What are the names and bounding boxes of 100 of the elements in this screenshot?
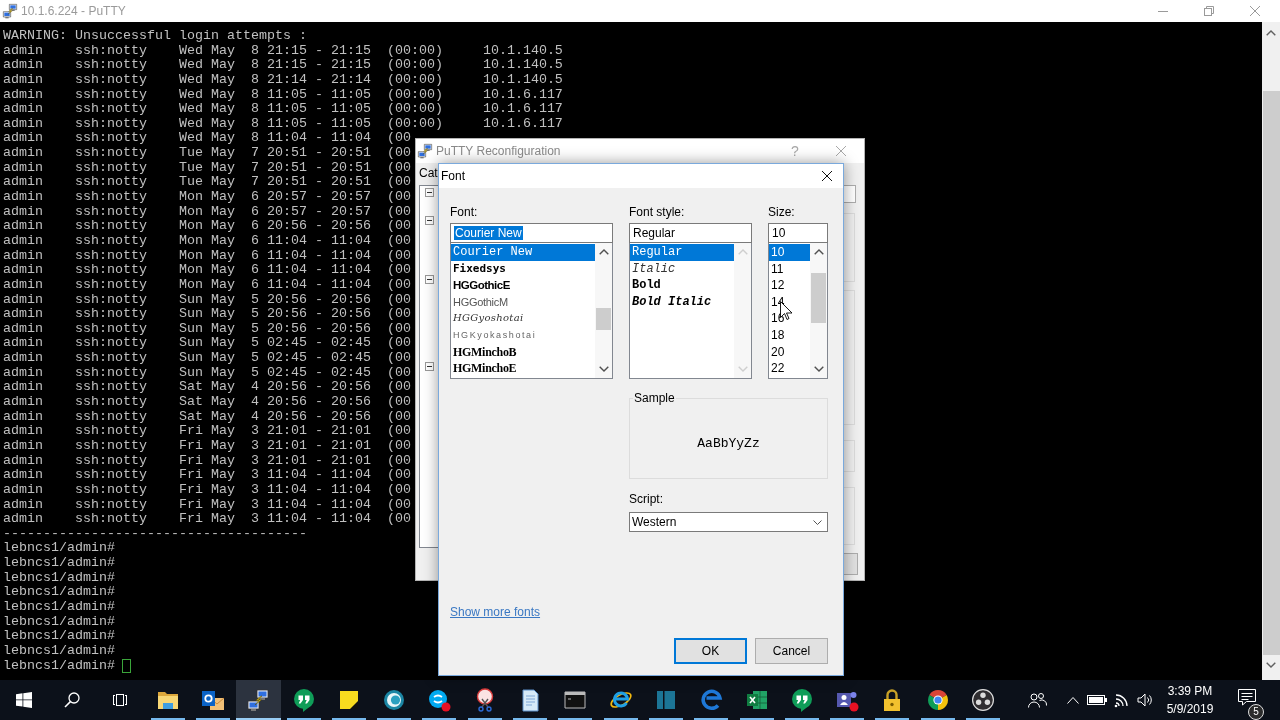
network-computers-icon <box>417 143 433 159</box>
chevron-down-icon[interactable] <box>813 366 824 372</box>
terminal-line: lebncs1/admin# <box>3 658 115 674</box>
terminal-line: admin ssh:notty Sun May 5 20:56 - 20:56 (00 <box>3 292 411 308</box>
terminal-line: admin ssh:notty Wed May 8 11:05 - 11:05 (00:00) 10.1.6.117 <box>3 102 563 117</box>
size-option[interactable]: 20 <box>769 343 810 361</box>
font-option[interactable]: HGMinchoE <box>451 360 595 377</box>
script-label: Script: <box>629 491 663 507</box>
collapse-icon[interactable] <box>425 188 434 197</box>
font-option[interactable]: HGGothicM <box>451 293 595 311</box>
terminal-line: admin ssh:notty Sun May 5 02:45 - 02:45 (00 <box>3 336 411 352</box>
terminal-line: admin ssh:notty Wed May 8 21:15 - 21:15 (00:00) 10.1.140.5 <box>3 58 563 73</box>
terminal-line: admin ssh:notty Fri May 3 11:04 - 11:04 (00 <box>3 482 411 498</box>
font-option[interactable]: Fixedsys <box>451 260 595 278</box>
show-more-fonts-link[interactable]: Show more fonts <box>450 604 541 620</box>
font-style-option[interactable]: Regular <box>630 244 734 261</box>
sample-text: AaBbYyZz <box>697 436 760 451</box>
size-option[interactable]: 10 <box>769 244 810 261</box>
network-computers-icon <box>2 3 18 19</box>
font-option[interactable]: Courier New <box>451 244 595 261</box>
cancel-button[interactable]: Cancel <box>755 638 828 664</box>
restore-icon <box>1204 6 1214 16</box>
chevron-up-icon[interactable] <box>1266 30 1276 36</box>
window-title: 10.1.6.224 - PuTTY <box>21 4 126 18</box>
terminal-line: admin ssh:notty Sun May 5 02:45 - 02:45 (00 <box>3 351 411 366</box>
terminal-line: lebncs1/admin# <box>3 541 115 557</box>
size-field[interactable]: 10 <box>768 223 828 243</box>
font-style-field[interactable]: Regular <box>629 223 752 243</box>
stacked-windows-icon <box>112 692 128 708</box>
chat-bubble-icon <box>789 688 814 712</box>
close-icon <box>822 171 832 181</box>
scroll-thumb[interactable] <box>811 273 826 323</box>
dialog-title: Font <box>441 169 465 183</box>
text-field[interactable] <box>844 185 856 203</box>
font-style-label: Font style: <box>629 204 685 220</box>
font-style-option[interactable]: Italic <box>630 260 734 278</box>
terminal-line: lebncs1/admin# <box>3 585 115 600</box>
scrollbar[interactable] <box>595 243 612 378</box>
chevron-down-icon <box>813 519 822 525</box>
battery-icon <box>1087 695 1107 705</box>
chevron-up-icon <box>737 249 748 255</box>
terminal-line: admin ssh:notty Tue May 7 20:51 - 20:51 (00 <box>3 160 411 176</box>
font-option[interactable]: HGGyoshotai <box>451 310 595 327</box>
terminal-line: admin ssh:notty Sat May 4 20:56 - 20:56 (00 <box>3 395 411 410</box>
terminal-line: admin ssh:notty Tue May 7 20:51 - 20:51 (00 <box>3 146 411 161</box>
font-option[interactable]: HGGothicE <box>451 277 595 294</box>
chevron-up-icon[interactable] <box>813 249 824 255</box>
collapse-icon[interactable] <box>425 362 434 371</box>
font-style-option[interactable]: Bold <box>630 277 734 294</box>
collapse-icon[interactable] <box>425 216 434 225</box>
terminal-line: admin ssh:notty Fri May 3 11:04 - 11:04 (00 <box>3 468 411 483</box>
scrollbar[interactable] <box>810 243 827 378</box>
sample-label: Sample <box>633 391 676 405</box>
terminal-line: admin ssh:notty Fri May 3 21:01 - 21:01 (00 <box>3 438 411 454</box>
collapse-icon[interactable] <box>425 275 434 284</box>
terminal-line: lebncs1/admin# <box>3 614 115 630</box>
taskbar-button[interactable] <box>235 680 281 720</box>
terminal-line: admin ssh:notty Tue May 7 20:51 - 20:51 (00 <box>3 175 411 191</box>
terminal-line: admin ssh:notty Mon May 6 11:04 - 11:04 (00 <box>3 263 411 278</box>
network-computers-icon <box>246 688 271 712</box>
chevron-down-icon[interactable] <box>598 366 609 372</box>
window-panes-icon <box>16 692 32 708</box>
terminal-line: admin ssh:notty Sun May 5 20:56 - 20:56 (00 <box>3 321 411 337</box>
size-option[interactable]: 18 <box>769 326 810 344</box>
terminal-line: lebncs1/admin# <box>3 556 115 571</box>
chevron-down-icon[interactable] <box>1266 662 1276 668</box>
font-label: Font: <box>450 204 478 220</box>
people-icon <box>1027 692 1047 708</box>
script-dropdown[interactable]: Western <box>629 512 828 532</box>
terminal-line: -------------------------------------- <box>3 526 307 542</box>
scroll-thumb[interactable] <box>596 308 611 330</box>
terminal-line: admin ssh:notty Mon May 6 11:04 - 11:04 (00 <box>3 233 411 249</box>
size-option[interactable]: 12 <box>769 277 810 294</box>
round-badge-icon <box>427 688 452 712</box>
terminal-line: admin ssh:notty Wed May 8 11:05 - 11:05 (00:00) 10.1.6.117 <box>3 116 563 132</box>
e-shape-icon <box>699 688 724 712</box>
chevron-up-icon[interactable] <box>598 249 609 255</box>
size-option[interactable]: 22 <box>769 360 810 377</box>
terminal-line: admin ssh:notty Sun May 5 02:45 - 02:45 (00 <box>3 365 411 381</box>
size-option[interactable]: 11 <box>769 260 810 278</box>
notification-icon <box>1238 688 1256 706</box>
font-option[interactable]: HGMinchoB <box>451 343 595 361</box>
terminal-line: admin ssh:notty Fri May 3 11:04 - 11:04 (00 <box>3 497 411 513</box>
font-field[interactable]: Courier New <box>450 223 613 243</box>
minimize-icon <box>1158 10 1168 12</box>
terminal-line: lebncs1/admin# <box>3 643 115 659</box>
font-style-option[interactable]: Bold Italic <box>630 293 734 311</box>
terminal-line: admin ssh:notty Mon May 6 11:04 - 11:04 (00 <box>3 248 411 264</box>
terminal-line: admin ssh:notty Mon May 6 20:57 - 20:57 (00 <box>3 190 411 205</box>
terminal-line: admin ssh:notty Sat May 4 20:56 - 20:56 (00 <box>3 409 411 425</box>
notifications-button[interactable]: 5 <box>1223 680 1271 720</box>
clock-button[interactable]: 3:39 PM 5/9/2019 <box>1157 680 1223 720</box>
terminal-line: admin ssh:notty Fri May 3 21:01 - 21:01 (00 <box>3 453 411 469</box>
font-option[interactable]: HGKyokashotai <box>451 326 595 344</box>
terminal-line: lebncs1/admin# <box>3 629 115 644</box>
chevron-down-icon <box>737 366 748 372</box>
terminal-line: admin ssh:notty Wed May 8 11:04 - 11:04 (00 <box>3 131 411 147</box>
ok-button[interactable]: OK <box>674 638 747 664</box>
close-icon <box>1250 6 1260 16</box>
terminal-line: admin ssh:notty Wed May 8 21:15 - 21:15 (00:00) 10.1.140.5 <box>3 43 563 59</box>
